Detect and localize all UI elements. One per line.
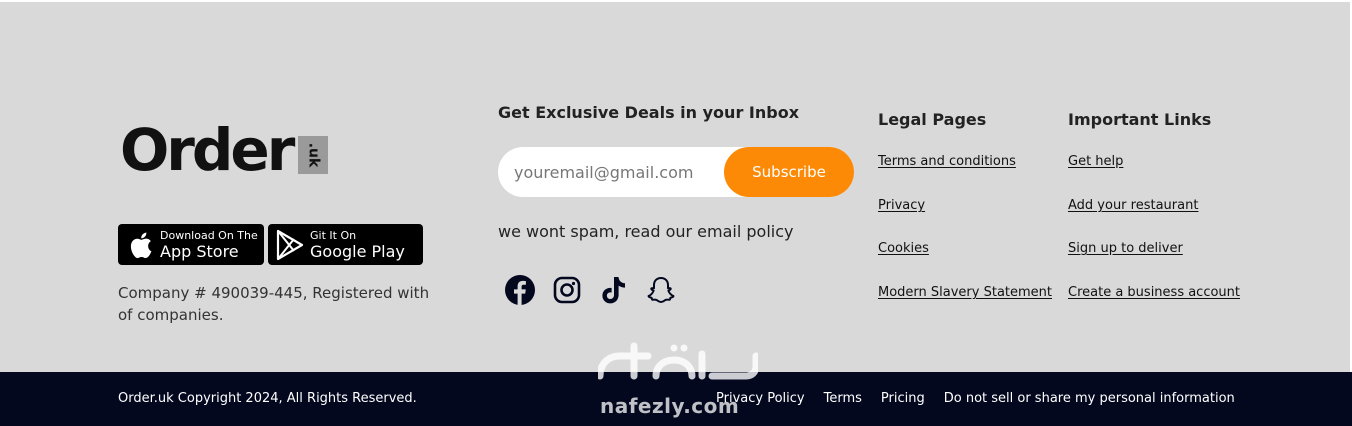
footer-main: Order .uk Download On The App Store Git … [0, 2, 1350, 372]
terms-and-conditions-link[interactable]: Terms and conditions [878, 154, 1016, 169]
apple-icon [124, 229, 156, 261]
newsletter-title: Get Exclusive Deals in your Inbox [498, 103, 800, 122]
terms-link[interactable]: Terms [824, 391, 862, 406]
newsletter-form: Subscribe [498, 147, 854, 197]
add-restaurant-link[interactable]: Add your restaurant [1068, 198, 1198, 213]
app-store-label: App Store [160, 241, 239, 261]
snapchat-icon[interactable] [645, 274, 677, 306]
logo-badge: .uk [298, 136, 328, 174]
google-play-icon [274, 229, 306, 261]
google-play-button[interactable]: Git It On Google Play [268, 224, 423, 265]
sign-up-to-deliver-link[interactable]: Sign up to deliver [1068, 241, 1183, 256]
bottom-links: Privacy Policy Terms Pricing Do not sell… [716, 391, 1235, 406]
get-help-link[interactable]: Get help [1068, 154, 1123, 169]
subscribe-button[interactable]: Subscribe [724, 147, 854, 197]
instagram-icon[interactable] [551, 274, 583, 306]
do-not-sell-link[interactable]: Do not sell or share my personal informa… [944, 391, 1235, 406]
copyright-text: Order.uk Copyright 2024, All Rights Rese… [118, 391, 417, 406]
email-input[interactable] [498, 147, 724, 197]
logo-text: Order [120, 116, 295, 184]
important-links-title: Important Links [1068, 110, 1212, 129]
legal-pages-title: Legal Pages [878, 110, 987, 129]
company-info: Company # 490039-445, Registered with of… [118, 284, 430, 324]
create-business-account-link[interactable]: Create a business account [1068, 285, 1240, 300]
modern-slavery-link[interactable]: Modern Slavery Statement [878, 285, 1052, 300]
google-play-small-label: Git It On [310, 228, 357, 242]
privacy-policy-link[interactable]: Privacy Policy [716, 391, 805, 406]
social-links [504, 274, 677, 306]
pricing-link[interactable]: Pricing [881, 391, 925, 406]
facebook-icon[interactable] [504, 274, 536, 306]
cookies-link[interactable]: Cookies [878, 241, 929, 256]
footer-bottom-bar: Order.uk Copyright 2024, All Rights Rese… [0, 372, 1352, 426]
email-policy-note: we wont spam, read our email policy [498, 222, 794, 241]
tiktok-icon[interactable] [598, 274, 630, 306]
privacy-link[interactable]: Privacy [878, 198, 925, 213]
app-store-small-label: Download On The [160, 228, 258, 242]
app-store-button[interactable]: Download On The App Store [118, 224, 264, 265]
google-play-label: Google Play [310, 241, 405, 261]
